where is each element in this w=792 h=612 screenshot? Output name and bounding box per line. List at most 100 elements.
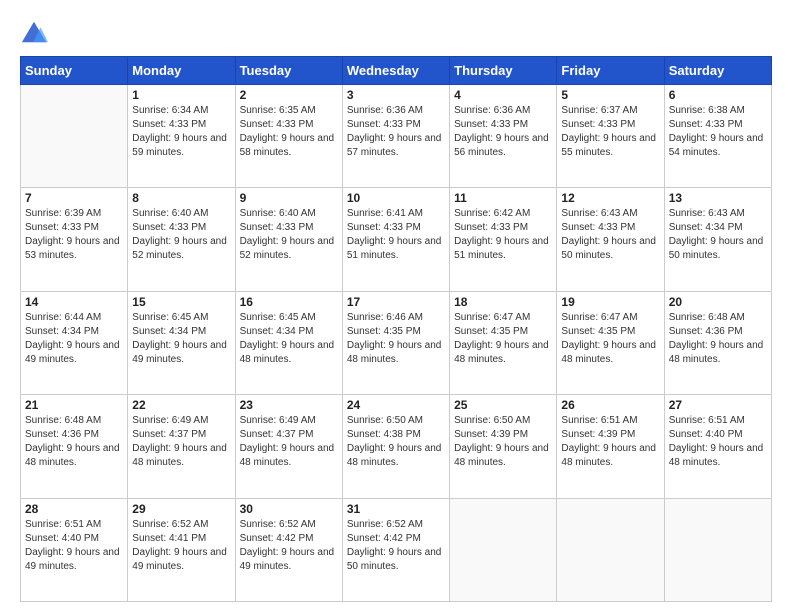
day-info: Sunrise: 6:34 AMSunset: 4:33 PMDaylight:… [132, 104, 230, 160]
day-info: Sunrise: 6:43 AMSunset: 4:34 PMDaylight:… [669, 207, 767, 263]
calendar-cell: 1Sunrise: 6:34 AMSunset: 4:33 PMDaylight… [128, 85, 235, 188]
calendar-cell: 7Sunrise: 6:39 AMSunset: 4:33 PMDaylight… [21, 188, 128, 291]
calendar-cell: 24 Sunrise: 6:50 AMSunset: 4:38 PMDayligh… [342, 395, 449, 498]
day-info: Sunrise: 6:42 AMSunset: 4:33 PMDaylight:… [454, 207, 552, 263]
weekday-header-tuesday: Tuesday [235, 57, 342, 85]
day-info: Sunrise: 6:51 AMSunset: 4:40 PMDaylight:… [669, 414, 767, 470]
week-row-1: 7Sunrise: 6:39 AMSunset: 4:33 PMDaylight… [21, 188, 772, 291]
calendar-cell: 15 Sunrise: 6:45 AMSunset: 4:34 PMDayligh… [128, 291, 235, 394]
weekday-header-thursday: Thursday [450, 57, 557, 85]
day-info: Sunrise: 6:36 AMSunset: 4:33 PMDaylight:… [454, 104, 552, 160]
calendar-cell: 22 Sunrise: 6:49 AMSunset: 4:37 PMDayligh… [128, 395, 235, 498]
day-number: 12 [561, 191, 659, 205]
calendar-cell: 18 Sunrise: 6:47 AMSunset: 4:35 PMDayligh… [450, 291, 557, 394]
logo-icon [20, 18, 48, 46]
weekday-header-saturday: Saturday [664, 57, 771, 85]
day-number: 7 [25, 191, 123, 205]
week-row-4: 28 Sunrise: 6:51 AMSunset: 4:40 PMDayligh… [21, 498, 772, 601]
day-info: Sunrise: 6:50 AMSunset: 4:39 PMDaylight:… [454, 414, 552, 470]
page: SundayMondayTuesdayWednesdayThursdayFrid… [0, 0, 792, 612]
calendar-cell: 10 Sunrise: 6:41 AMSunset: 4:33 PMDayligh… [342, 188, 449, 291]
day-info: Sunrise: 6:45 AMSunset: 4:34 PMDaylight:… [132, 311, 230, 367]
calendar-cell: 20 Sunrise: 6:48 AMSunset: 4:36 PMDayligh… [664, 291, 771, 394]
calendar-cell: 2Sunrise: 6:35 AMSunset: 4:33 PMDaylight… [235, 85, 342, 188]
week-row-3: 21 Sunrise: 6:48 AMSunset: 4:36 PMDayligh… [21, 395, 772, 498]
day-info: Sunrise: 6:37 AMSunset: 4:33 PMDaylight:… [561, 104, 659, 160]
day-info: Sunrise: 6:40 AMSunset: 4:33 PMDaylight:… [132, 207, 230, 263]
calendar-cell: 26 Sunrise: 6:51 AMSunset: 4:39 PMDayligh… [557, 395, 664, 498]
day-info: Sunrise: 6:52 AMSunset: 4:42 PMDaylight:… [347, 518, 445, 574]
day-number: 4 [454, 88, 552, 102]
day-number: 22 [132, 398, 230, 412]
day-info: Sunrise: 6:49 AMSunset: 4:37 PMDaylight:… [240, 414, 338, 470]
day-info: Sunrise: 6:52 AMSunset: 4:41 PMDaylight:… [132, 518, 230, 574]
weekday-header-wednesday: Wednesday [342, 57, 449, 85]
calendar-cell: 29 Sunrise: 6:52 AMSunset: 4:41 PMDayligh… [128, 498, 235, 601]
day-number: 5 [561, 88, 659, 102]
day-info: Sunrise: 6:51 AMSunset: 4:39 PMDaylight:… [561, 414, 659, 470]
calendar-cell: 13 Sunrise: 6:43 AMSunset: 4:34 PMDayligh… [664, 188, 771, 291]
weekday-header-monday: Monday [128, 57, 235, 85]
day-info: Sunrise: 6:46 AMSunset: 4:35 PMDaylight:… [347, 311, 445, 367]
day-info: Sunrise: 6:45 AMSunset: 4:34 PMDaylight:… [240, 311, 338, 367]
calendar-cell: 12 Sunrise: 6:43 AMSunset: 4:33 PMDayligh… [557, 188, 664, 291]
weekday-header-row: SundayMondayTuesdayWednesdayThursdayFrid… [21, 57, 772, 85]
day-info: Sunrise: 6:48 AMSunset: 4:36 PMDaylight:… [25, 414, 123, 470]
calendar-cell: 17 Sunrise: 6:46 AMSunset: 4:35 PMDayligh… [342, 291, 449, 394]
day-number: 14 [25, 295, 123, 309]
day-info: Sunrise: 6:40 AMSunset: 4:33 PMDaylight:… [240, 207, 338, 263]
day-number: 11 [454, 191, 552, 205]
day-info: Sunrise: 6:48 AMSunset: 4:36 PMDaylight:… [669, 311, 767, 367]
day-number: 8 [132, 191, 230, 205]
day-number: 30 [240, 502, 338, 516]
day-info: Sunrise: 6:51 AMSunset: 4:40 PMDaylight:… [25, 518, 123, 574]
day-info: Sunrise: 6:52 AMSunset: 4:42 PMDaylight:… [240, 518, 338, 574]
day-number: 10 [347, 191, 445, 205]
calendar-cell: 14Sunrise: 6:44 AMSunset: 4:34 PMDayligh… [21, 291, 128, 394]
calendar-cell: 11 Sunrise: 6:42 AMSunset: 4:33 PMDayligh… [450, 188, 557, 291]
calendar-cell: 31 Sunrise: 6:52 AMSunset: 4:42 PMDayligh… [342, 498, 449, 601]
day-number: 13 [669, 191, 767, 205]
calendar-cell: 3Sunrise: 6:36 AMSunset: 4:33 PMDaylight… [342, 85, 449, 188]
day-info: Sunrise: 6:43 AMSunset: 4:33 PMDaylight:… [561, 207, 659, 263]
calendar-cell: 5 Sunrise: 6:37 AMSunset: 4:33 PMDaylight… [557, 85, 664, 188]
calendar-table: SundayMondayTuesdayWednesdayThursdayFrid… [20, 56, 772, 602]
week-row-0: 1Sunrise: 6:34 AMSunset: 4:33 PMDaylight… [21, 85, 772, 188]
calendar-cell: 25 Sunrise: 6:50 AMSunset: 4:39 PMDayligh… [450, 395, 557, 498]
day-info: Sunrise: 6:50 AMSunset: 4:38 PMDaylight:… [347, 414, 445, 470]
calendar-cell: 27 Sunrise: 6:51 AMSunset: 4:40 PMDayligh… [664, 395, 771, 498]
day-number: 16 [240, 295, 338, 309]
day-number: 19 [561, 295, 659, 309]
calendar-cell: 30 Sunrise: 6:52 AMSunset: 4:42 PMDayligh… [235, 498, 342, 601]
day-number: 20 [669, 295, 767, 309]
day-info: Sunrise: 6:41 AMSunset: 4:33 PMDaylight:… [347, 207, 445, 263]
day-number: 28 [25, 502, 123, 516]
day-number: 29 [132, 502, 230, 516]
day-info: Sunrise: 6:38 AMSunset: 4:33 PMDaylight:… [669, 104, 767, 160]
day-number: 17 [347, 295, 445, 309]
day-info: Sunrise: 6:49 AMSunset: 4:37 PMDaylight:… [132, 414, 230, 470]
day-number: 25 [454, 398, 552, 412]
calendar-cell [557, 498, 664, 601]
day-number: 2 [240, 88, 338, 102]
calendar-cell: 21 Sunrise: 6:48 AMSunset: 4:36 PMDayligh… [21, 395, 128, 498]
day-number: 21 [25, 398, 123, 412]
day-number: 15 [132, 295, 230, 309]
calendar-cell: 9 Sunrise: 6:40 AMSunset: 4:33 PMDaylight… [235, 188, 342, 291]
calendar-cell: 4 Sunrise: 6:36 AMSunset: 4:33 PMDaylight… [450, 85, 557, 188]
calendar-cell [664, 498, 771, 601]
day-number: 9 [240, 191, 338, 205]
day-number: 23 [240, 398, 338, 412]
day-number: 18 [454, 295, 552, 309]
logo [20, 18, 52, 46]
day-info: Sunrise: 6:47 AMSunset: 4:35 PMDaylight:… [454, 311, 552, 367]
day-info: Sunrise: 6:36 AMSunset: 4:33 PMDaylight:… [347, 104, 445, 160]
day-number: 31 [347, 502, 445, 516]
day-number: 26 [561, 398, 659, 412]
calendar-cell: 16 Sunrise: 6:45 AMSunset: 4:34 PMDayligh… [235, 291, 342, 394]
day-number: 27 [669, 398, 767, 412]
calendar-cell: 6Sunrise: 6:38 AMSunset: 4:33 PMDaylight… [664, 85, 771, 188]
calendar-cell: 8 Sunrise: 6:40 AMSunset: 4:33 PMDaylight… [128, 188, 235, 291]
day-info: Sunrise: 6:47 AMSunset: 4:35 PMDaylight:… [561, 311, 659, 367]
day-number: 24 [347, 398, 445, 412]
